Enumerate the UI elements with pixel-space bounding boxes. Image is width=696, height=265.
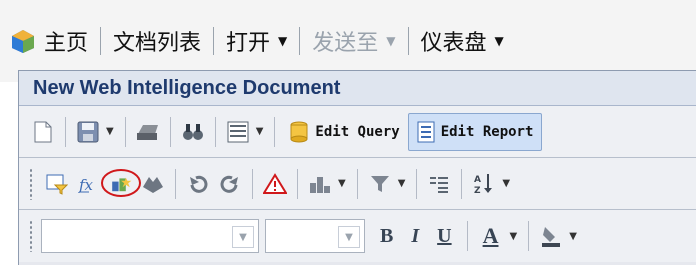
home-icon <box>12 30 34 53</box>
home-link[interactable]: 主页 <box>10 25 88 57</box>
toolbar-separator <box>466 221 468 251</box>
toolbar-separator <box>124 116 126 147</box>
find-icon[interactable] <box>181 120 205 144</box>
chevron-down-icon: ▼ <box>278 34 288 48</box>
merge-icon[interactable] <box>141 172 165 196</box>
document-list-label: 文档列表 <box>113 31 202 56</box>
open-menu[interactable]: 打开 ▼ <box>226 25 287 57</box>
break-icon[interactable] <box>427 172 451 196</box>
redo-icon[interactable] <box>218 172 242 196</box>
open-label: 打开 <box>226 31 271 56</box>
toolbar-separator <box>356 168 358 199</box>
send-to-label: 发送至 <box>312 31 379 56</box>
chevron-down-icon: ▼ <box>386 34 396 48</box>
fill-color-dropdown-icon[interactable]: ▼ <box>569 231 577 242</box>
toolbar-separator <box>416 168 418 199</box>
document-title: New Web Intelligence Document <box>19 71 696 106</box>
dashboard-label: 仪表盘 <box>420 31 487 56</box>
font-color-dropdown-icon[interactable]: ▼ <box>509 231 517 242</box>
filter-dropdown-icon[interactable]: ▼ <box>398 178 406 189</box>
toolbar-separator <box>175 168 176 199</box>
chart-icon[interactable] <box>101 168 141 197</box>
chevron-down-icon: ▼ <box>494 34 504 48</box>
toolbar-separator <box>252 168 253 199</box>
toolbar-separator <box>214 116 216 147</box>
sort-icon[interactable]: AZ <box>472 172 496 196</box>
toolbar-separator <box>297 168 298 199</box>
nav-divider <box>213 27 215 55</box>
toolbar-separator <box>528 221 530 251</box>
filter-icon[interactable] <box>45 172 69 196</box>
save-dropdown-icon[interactable]: ▼ <box>106 126 114 137</box>
font-name-select[interactable]: ▼ <box>41 219 259 253</box>
undo-icon[interactable] <box>186 172 210 196</box>
database-icon <box>290 121 308 142</box>
report-icon <box>417 121 435 142</box>
underline-button[interactable]: U <box>437 225 451 248</box>
chevron-down-icon[interactable]: ▼ <box>232 226 254 248</box>
nav-divider <box>299 27 301 55</box>
bold-button[interactable]: B <box>380 225 393 248</box>
svg-text:Z: Z <box>474 186 481 196</box>
sort-dropdown-icon[interactable]: ▼ <box>502 178 510 189</box>
chevron-down-icon[interactable]: ▼ <box>338 226 360 248</box>
toolbar-grip[interactable] <box>29 220 33 252</box>
formula-icon[interactable]: fx <box>77 172 101 196</box>
edit-report-label: Edit Report <box>440 123 534 140</box>
italic-button[interactable]: I <box>411 225 419 248</box>
toolbar-separator <box>274 116 276 147</box>
fill-color-icon[interactable] <box>539 224 563 248</box>
toolbar-separator <box>461 168 463 199</box>
svg-text:A: A <box>474 175 481 185</box>
font-size-select[interactable]: ▼ <box>265 219 365 253</box>
format-toolbar: ▼ ▼ B I U A ▼ ▼ <box>19 210 696 262</box>
ranking-dropdown-icon[interactable]: ▼ <box>338 178 346 189</box>
dashboard-menu[interactable]: 仪表盘 ▼ <box>421 25 504 57</box>
send-to-menu[interactable]: 发送至 ▼ <box>312 25 395 57</box>
save-icon[interactable] <box>76 120 100 144</box>
view-structure-icon[interactable] <box>226 120 250 144</box>
funnel-filter-icon[interactable] <box>368 172 392 196</box>
nav-divider <box>100 27 102 55</box>
edit-report-button[interactable]: Edit Report <box>407 112 543 151</box>
highlight-circle <box>101 168 141 197</box>
font-color-button[interactable]: A <box>483 223 499 249</box>
edit-query-button[interactable]: Edit Query <box>281 114 407 150</box>
view-dropdown-icon[interactable]: ▼ <box>256 126 264 137</box>
print-icon[interactable] <box>136 120 160 144</box>
report-toolbar: fx ▼ ▼ A Z ▼ <box>19 158 696 210</box>
toolbar-grip[interactable] <box>29 167 33 200</box>
toolbar-separator <box>65 116 66 147</box>
main-toolbar: ▼ ▼ Edit Query Edit Report <box>19 106 696 158</box>
toolbar-separator <box>169 116 171 147</box>
nav-divider <box>407 27 409 55</box>
svg-text:fx: fx <box>78 176 94 194</box>
ranking-icon[interactable] <box>308 172 332 196</box>
alert-icon[interactable] <box>263 172 287 196</box>
home-label: 主页 <box>44 31 89 56</box>
document-list-link[interactable]: 文档列表 <box>113 25 201 57</box>
edit-query-label: Edit Query <box>315 123 400 140</box>
new-document-icon[interactable] <box>31 120 55 144</box>
document-window: New Web Intelligence Document ▼ ▼ Edit Q… <box>18 70 696 265</box>
